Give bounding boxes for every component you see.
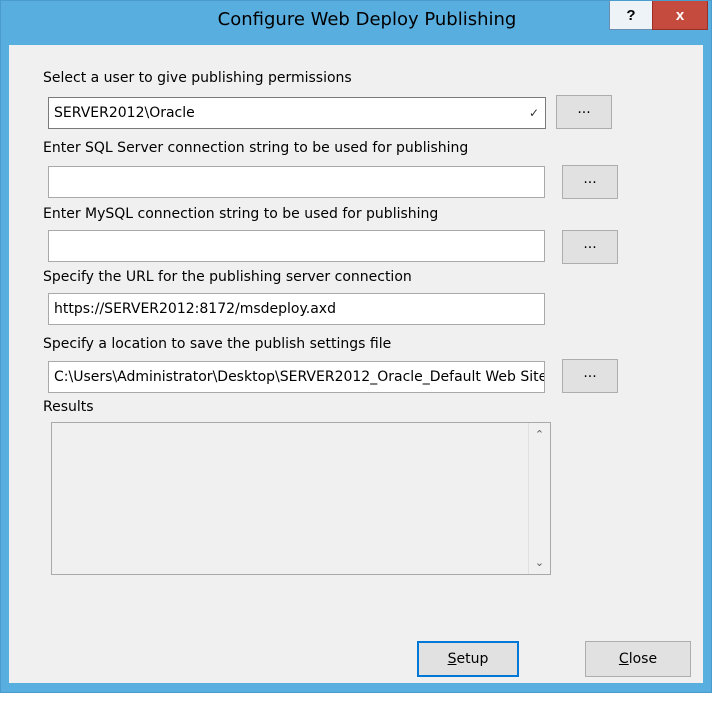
user-label: Select a user to give publishing permiss… — [43, 70, 352, 86]
mysql-browse-button[interactable]: ... — [562, 230, 618, 264]
dialog-window: Configure Web Deploy Publishing ? x Sele… — [0, 0, 712, 693]
mysql-connection-field[interactable] — [48, 230, 545, 262]
mysql-label: Enter MySQL connection string to be used… — [43, 206, 439, 222]
location-field[interactable]: C:\Users\Administrator\Desktop\SERVER201… — [48, 361, 545, 393]
sql-browse-button[interactable]: ... — [562, 165, 618, 199]
sql-label: Enter SQL Server connection string to be… — [43, 140, 469, 156]
setup-button[interactable]: Setup — [417, 641, 519, 677]
scroll-down-arrow-icon[interactable]: ⌄ — [529, 552, 550, 573]
results-label: Results — [43, 399, 94, 415]
help-icon: ? — [626, 6, 636, 24]
url-field[interactable]: https://SERVER2012:8172/msdeploy.axd — [48, 293, 545, 325]
dialog-body: Select a user to give publishing permiss… — [9, 45, 703, 683]
location-browse-button[interactable]: ... — [562, 359, 618, 393]
title-bar[interactable]: Configure Web Deploy Publishing ? x — [1, 1, 711, 45]
scroll-up-arrow-icon[interactable]: ⌃ — [529, 424, 550, 445]
chevron-down-icon: ✓ — [528, 106, 539, 120]
location-label: Specify a location to save the publish s… — [43, 336, 392, 352]
results-scrollbar[interactable]: ⌃ ⌄ — [528, 423, 550, 574]
results-box[interactable]: ⌃ ⌄ — [51, 422, 551, 575]
close-mnemonic: C — [618, 651, 629, 667]
sql-connection-field[interactable] — [48, 166, 545, 198]
user-select[interactable]: SERVER2012\Oracle ✓ — [48, 97, 546, 129]
url-label: Specify the URL for the publishing serve… — [43, 269, 412, 285]
close-button[interactable]: Close — [585, 641, 691, 677]
help-button[interactable]: ? — [609, 1, 653, 30]
window-close-button[interactable]: x — [652, 1, 708, 30]
setup-label-rest: etup — [456, 651, 489, 667]
user-browse-button[interactable]: ... — [556, 95, 612, 129]
close-label-rest: lose — [628, 651, 658, 667]
window-title: Configure Web Deploy Publishing — [217, 9, 517, 30]
close-icon: x — [675, 6, 685, 24]
setup-mnemonic: S — [447, 651, 457, 667]
user-select-value: SERVER2012\Oracle — [54, 105, 195, 121]
